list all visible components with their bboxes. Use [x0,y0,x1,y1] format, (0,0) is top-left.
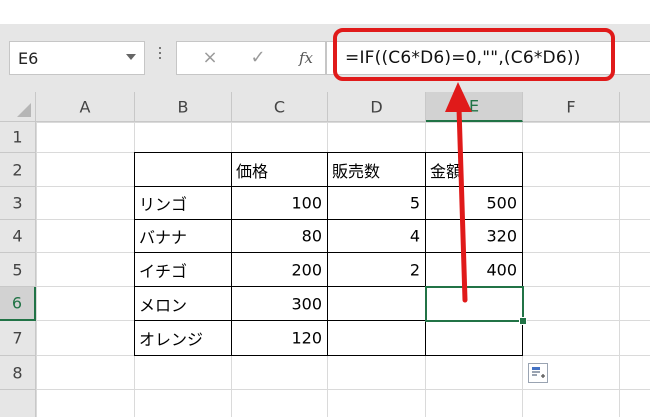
chevron-down-icon[interactable] [126,54,136,60]
table-row-qty[interactable] [328,321,425,355]
table-row-price[interactable]: 200 [232,253,327,286]
table-row-name[interactable]: イチゴ [135,253,231,286]
row-header-4[interactable]: 4 [0,220,36,253]
table-row-amount[interactable]: 500 [426,187,522,219]
table-row-qty[interactable]: 2 [328,253,425,286]
column-header-e[interactable]: E [426,92,523,122]
table-row-name[interactable]: オレンジ [135,321,231,355]
table-row-qty[interactable]: 4 [328,220,425,252]
table-row-name[interactable]: リンゴ [135,187,231,219]
table-row-price[interactable]: 120 [232,321,327,355]
cell-d2[interactable]: 販売数 [328,153,425,186]
formula-buttons: × ✓ fx [176,41,326,75]
gridline [36,355,650,356]
column-header-c[interactable]: C [232,92,328,122]
active-cell-e6[interactable] [425,286,524,322]
row-header-7[interactable]: 7 [0,321,36,356]
gridline [522,122,523,417]
gridline [619,122,620,417]
table-row-name[interactable]: メロン [135,287,231,320]
row-header-3[interactable]: 3 [0,187,36,220]
column-header-d[interactable]: D [328,92,426,122]
formula-highlight-box [333,28,615,81]
row-header-8[interactable]: 8 [0,356,36,390]
column-header-g[interactable] [620,92,650,122]
drag-handle-icon[interactable] [158,47,162,67]
table-row-qty[interactable] [328,287,425,320]
row-header-9[interactable] [0,390,36,417]
table-row-name[interactable]: バナナ [135,220,231,252]
row-header-6[interactable]: 6 [0,287,36,321]
name-box-value: E6 [18,49,39,68]
row-header-1[interactable]: 1 [0,122,36,153]
enter-icon[interactable]: ✓ [243,47,273,69]
fill-handle[interactable] [519,317,527,325]
table-row-qty[interactable]: 5 [328,187,425,219]
cell-c2[interactable]: 価格 [232,153,327,186]
spreadsheet-grid: A B C D E F 1 2 3 4 5 6 7 8 価格 販売数 金額 リン… [0,92,650,417]
table-row-amount[interactable] [426,321,522,355]
table-row-price[interactable]: 300 [232,287,327,320]
select-all-button[interactable] [0,92,36,122]
name-box[interactable]: E6 [9,41,145,75]
toolbar-top-strip [0,0,650,24]
row-header-2[interactable]: 2 [0,153,36,187]
cancel-icon[interactable]: × [195,47,225,69]
table-row-amount[interactable]: 320 [426,220,522,252]
quick-analysis-icon[interactable] [528,363,548,383]
gridline [36,389,650,390]
table-row-price[interactable]: 100 [232,187,327,219]
cell-e2[interactable]: 金額 [426,153,522,186]
column-header-f[interactable]: F [523,92,620,122]
column-header-b[interactable]: B [135,92,232,122]
row-header-5[interactable]: 5 [0,253,36,287]
insert-function-icon[interactable]: fx [291,47,321,69]
table-row-amount[interactable]: 400 [426,253,522,286]
column-header-a[interactable]: A [36,92,135,122]
table-row-price[interactable]: 80 [232,220,327,252]
